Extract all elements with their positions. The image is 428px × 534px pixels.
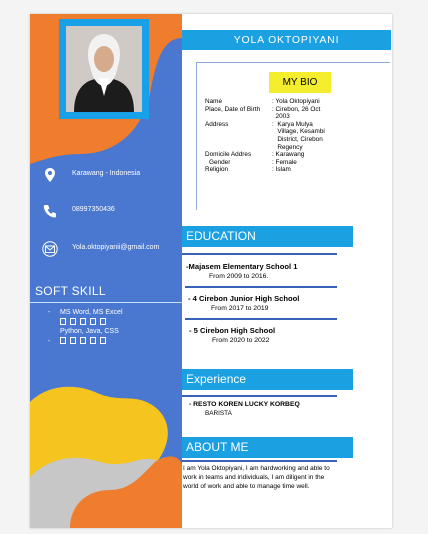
contact-phone: 08997350436 bbox=[30, 201, 182, 221]
soft-skill-text: Python, Java, CSS bbox=[60, 328, 119, 335]
contact-email: Yola.oktopiyanii@gmail.com bbox=[30, 239, 182, 259]
soft-skill-item: Python, Java, CSS bbox=[48, 327, 123, 337]
soft-skill-title: SOFT SKILL bbox=[35, 284, 106, 298]
email-text: Yola.oktopiyanii@gmail.com bbox=[72, 244, 160, 251]
soft-skill-header: SOFT SKILL bbox=[30, 280, 182, 303]
my-bio-title: MY BIO bbox=[282, 77, 318, 88]
profile-photo bbox=[66, 26, 142, 112]
about-title: ABOUT ME bbox=[186, 440, 249, 454]
resume-page: Karawang - Indonesia 08997350436 Yola.ok… bbox=[30, 14, 392, 528]
skill-rating bbox=[48, 318, 123, 328]
experience-item: - RESTO KOREN LUCKY KORBEQ BARISTA bbox=[189, 401, 300, 417]
education-rule bbox=[185, 286, 337, 288]
soft-skill-text: MS Word, MS Excel bbox=[60, 309, 123, 316]
full-name: YOLA OKTOPIYANI bbox=[233, 34, 340, 46]
experience-header: Experience bbox=[182, 369, 353, 390]
experience-role: BARISTA bbox=[205, 410, 232, 417]
school-name: - 4 Cirebon Junior High School bbox=[188, 294, 300, 303]
experience-place: - RESTO KOREN LUCKY KORBEQ bbox=[189, 401, 300, 408]
phone-text: 08997350436 bbox=[72, 206, 115, 213]
bottom-decorative-shapes bbox=[30, 386, 182, 528]
education-rule bbox=[182, 253, 337, 255]
location-text: Karawang - Indonesia bbox=[72, 170, 141, 177]
about-text: I am Yola Oktopiyani, I am hardworking a… bbox=[183, 465, 330, 490]
divider-vertical bbox=[196, 62, 197, 210]
about-rule bbox=[182, 460, 337, 462]
divider-horizontal bbox=[196, 62, 390, 63]
school-name: -Majasem Elementary School 1 bbox=[186, 262, 298, 271]
education-rule bbox=[185, 318, 337, 320]
soft-skill-item: - MS Word, MS Excel bbox=[48, 309, 123, 316]
school-years: From 2020 to 2022 bbox=[212, 337, 270, 344]
experience-title: Experience bbox=[186, 372, 247, 386]
education-header: EDUCATION bbox=[182, 226, 353, 247]
education-item: - 4 Cirebon Junior High School From 2017… bbox=[188, 294, 299, 312]
school-years: From 2009 to 2016. bbox=[209, 273, 269, 280]
about-header: ABOUT ME bbox=[182, 437, 353, 458]
contact-location: Karawang - Indonesia bbox=[30, 165, 182, 185]
name-header: YOLA OKTOPIYANI bbox=[182, 30, 391, 50]
sidebar: Karawang - Indonesia 08997350436 Yola.ok… bbox=[30, 14, 182, 528]
skill-rating: - bbox=[48, 337, 123, 347]
education-item: - 5 Cirebon High School From 2020 to 202… bbox=[189, 326, 275, 344]
soft-skill-list: - MS Word, MS Excel Python, Java, CSS - bbox=[48, 308, 123, 346]
experience-rule bbox=[182, 395, 337, 397]
phone-icon bbox=[43, 205, 56, 218]
email-icon bbox=[42, 241, 58, 257]
photo-frame bbox=[59, 19, 149, 119]
education-title: EDUCATION bbox=[186, 229, 256, 243]
school-years: From 2017 to 2019 bbox=[211, 305, 269, 312]
my-bio-label: MY BIO bbox=[269, 72, 331, 93]
education-item: -Majasem Elementary School 1 From 2009 t… bbox=[186, 262, 297, 280]
school-name: - 5 Cirebon High School bbox=[189, 326, 276, 335]
location-icon bbox=[45, 168, 55, 182]
